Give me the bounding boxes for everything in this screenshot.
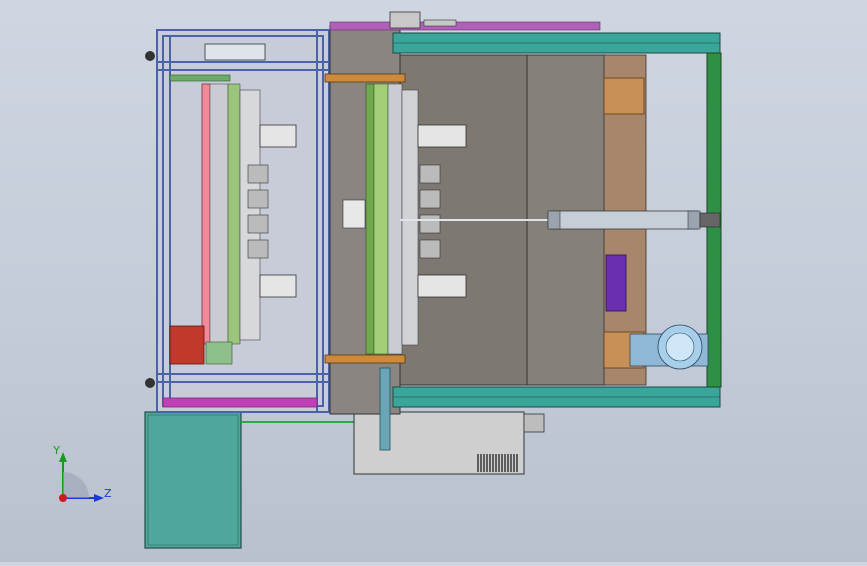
left-frame-bottom-bar (162, 397, 318, 408)
model-drawing[interactable]: Y Z (0, 0, 867, 562)
y-axis-label: Y (52, 444, 60, 457)
cad-viewport[interactable]: Y Z (0, 0, 867, 562)
left-frame-knobs (145, 51, 155, 388)
electrical-cabinet[interactable] (144, 411, 355, 549)
z-axis-label: Z (104, 487, 112, 500)
coordinate-triad: Y Z (52, 444, 112, 502)
left-frame-top-block (204, 43, 266, 61)
